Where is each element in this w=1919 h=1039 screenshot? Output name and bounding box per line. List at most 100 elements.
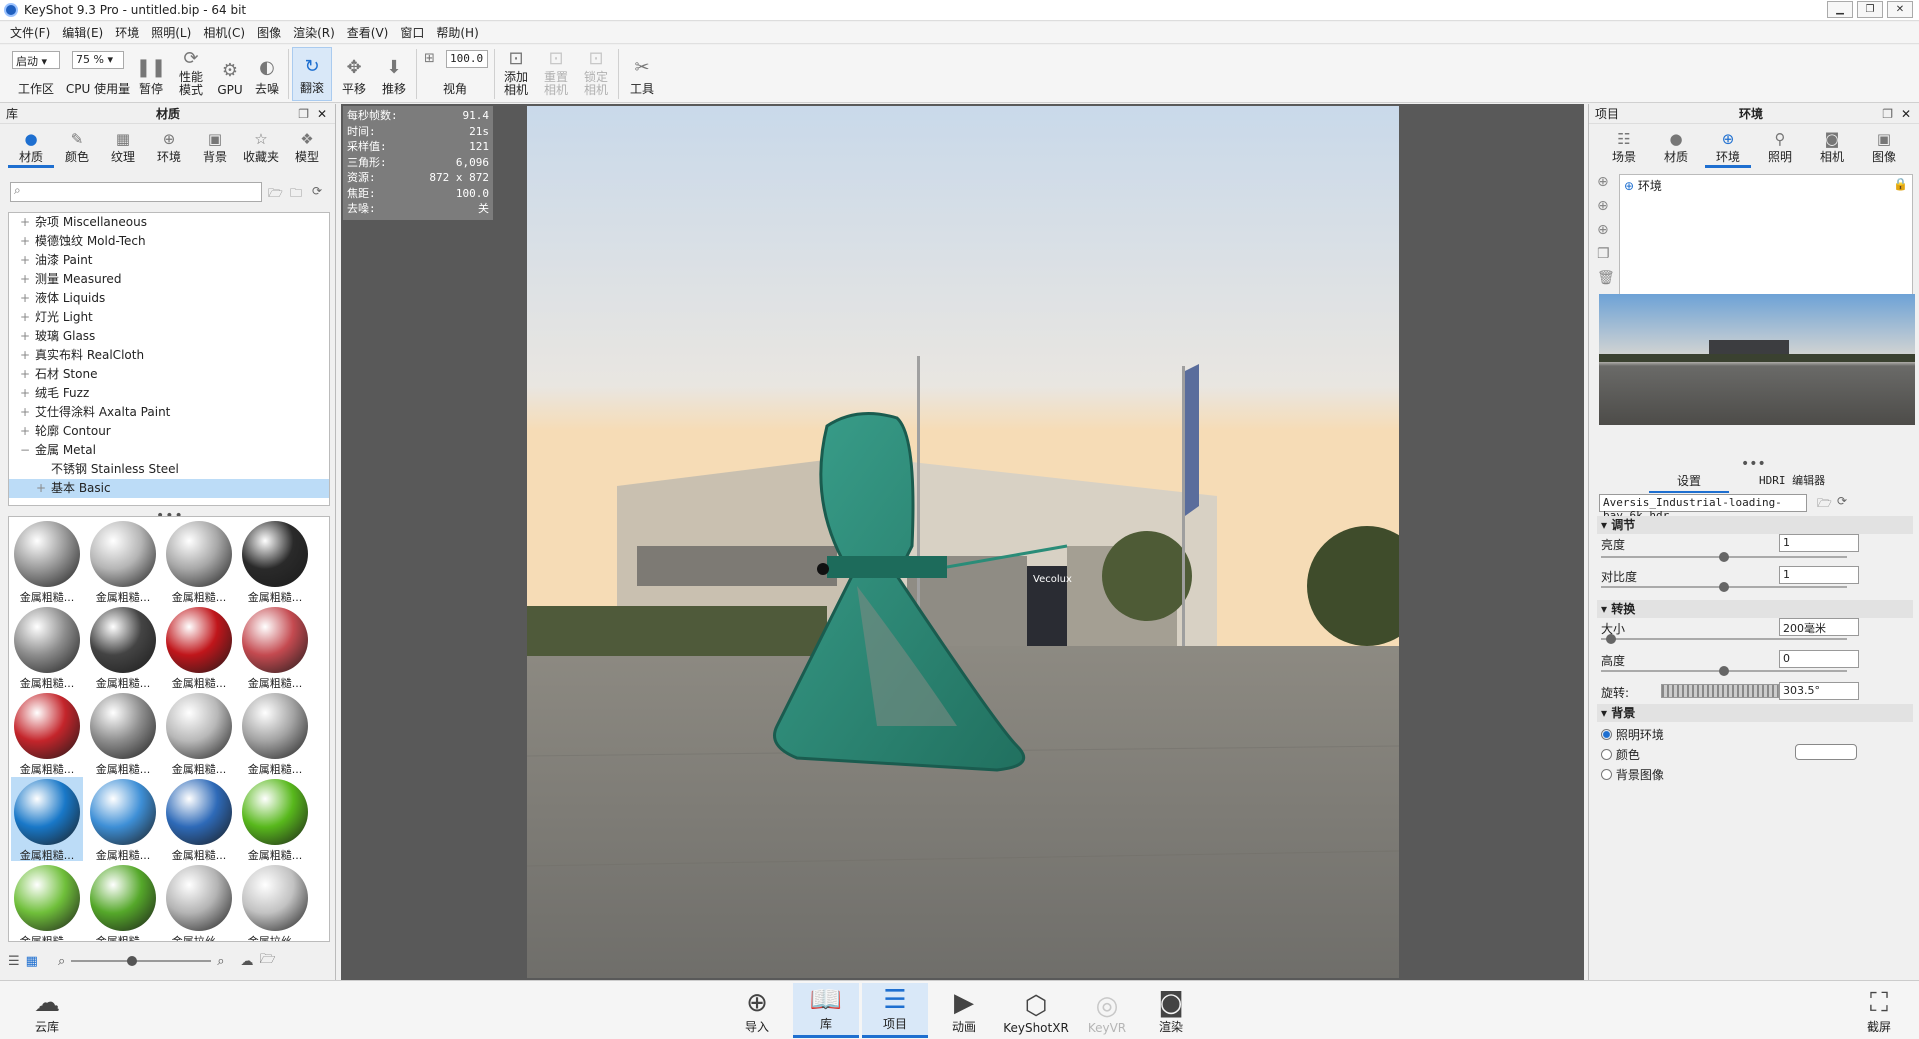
material-thumbnail[interactable]: 金属粗糙... — [239, 519, 311, 604]
bg-option-lighting[interactable]: 照明环境 — [1601, 726, 1911, 743]
lock-icon[interactable]: 🔒 — [1893, 177, 1908, 191]
folder-open-icon[interactable]: 🗁 — [1817, 494, 1832, 515]
material-thumbnail[interactable]: 金属粗糙... — [239, 605, 311, 690]
reload-icon[interactable]: ⟳ — [1837, 494, 1847, 508]
radio-background-image[interactable] — [1601, 769, 1612, 780]
tree-item[interactable]: + 真实布料 RealCloth — [9, 346, 329, 365]
tab-environments[interactable]: ⊕ 环境 — [146, 130, 192, 168]
rendered-scene[interactable]: Vecolux — [527, 106, 1399, 978]
environment-list-item[interactable]: ⊕ 环境 🔒 — [1620, 175, 1912, 196]
splitter-handle[interactable]: ••• — [1741, 456, 1766, 472]
keyvr-button[interactable]: ◎ KeyVR — [1074, 983, 1140, 1038]
expand-toggle-icon[interactable]: + — [19, 346, 31, 365]
tab-scene[interactable]: ☷ 场景 — [1601, 130, 1647, 168]
rotation-dial[interactable] — [1661, 684, 1779, 698]
thumbnail-size-slider[interactable] — [71, 956, 212, 966]
reset-camera-button[interactable]: ⊡ 重置 相机 — [538, 47, 574, 101]
expand-toggle-icon[interactable]: + — [19, 384, 31, 403]
expand-toggle-icon[interactable]: + — [19, 232, 31, 251]
contrast-input[interactable]: 1 — [1779, 566, 1859, 584]
thumbnail-size-knob[interactable] — [127, 956, 138, 966]
tree-item[interactable]: + 测量 Measured — [9, 270, 329, 289]
material-thumbnail[interactable]: 金属粗糙... — [87, 863, 159, 941]
expand-toggle-icon[interactable]: + — [19, 403, 31, 422]
screenshot-button[interactable]: ⛶ 截屏 — [1846, 983, 1912, 1038]
tree-item[interactable]: + 模德蚀纹 Mold-Tech — [9, 232, 329, 251]
performance-mode-button[interactable]: ⟳ 性能 模式 — [172, 47, 210, 101]
expand-toggle-icon[interactable]: + — [19, 289, 31, 308]
tree-item[interactable]: + 轮廓 Contour — [9, 422, 329, 441]
tree-item[interactable]: + 绒毛 Fuzz — [9, 384, 329, 403]
tab-hdri-editor[interactable]: HDRI 编辑器 — [1759, 472, 1825, 493]
dolly-button[interactable]: ⬇ 推移 — [376, 47, 412, 101]
minimize-button[interactable]: ▁ — [1827, 1, 1853, 18]
expand-toggle-icon[interactable]: + — [19, 270, 31, 289]
delete-icon[interactable]: 🗑 — [1597, 270, 1615, 286]
expand-toggle-icon[interactable]: + — [19, 422, 31, 441]
tab-favorites[interactable]: ☆ 收藏夹 — [238, 130, 284, 168]
tree-item[interactable]: + 杂项 Miscellaneous — [9, 213, 329, 232]
refresh-icon[interactable]: ⟳ — [312, 184, 322, 198]
material-thumbnail[interactable]: 金属粗糙... — [163, 605, 235, 690]
menu-environment[interactable]: 环境 — [109, 24, 145, 41]
tree-item[interactable]: + 石材 Stone — [9, 365, 329, 384]
material-thumbnail[interactable]: 金属粗糙... — [11, 863, 83, 941]
expand-toggle-icon[interactable]: + — [19, 327, 31, 346]
render-viewport[interactable]: 每秒帧数: 91.4 时间: 21s 采样值: 121 三角形: 6,096 资源: 872 x … — [341, 104, 1584, 980]
pause-button[interactable]: ❚❚ 暂停 — [134, 47, 168, 101]
gpu-button[interactable]: ⚙ GPU — [214, 47, 246, 101]
menu-camera[interactable]: 相机(C) — [197, 24, 251, 41]
expand-toggle-icon[interactable]: + — [19, 251, 31, 270]
material-thumbnail[interactable]: 金属粗糙... — [87, 777, 159, 862]
contrast-slider[interactable] — [1601, 582, 1847, 592]
library-button[interactable]: 📖 库 — [793, 983, 859, 1038]
menu-window[interactable]: 窗口 — [394, 24, 430, 41]
import-folder-icon[interactable]: 🗁 — [260, 950, 276, 972]
undock-icon[interactable]: ❐ — [298, 107, 309, 121]
add-camera-button[interactable]: ⊡ 添加 相机 — [498, 47, 534, 101]
tumble-button[interactable]: ↻ 翻滚 — [292, 47, 332, 101]
radio-lighting-env[interactable] — [1601, 729, 1612, 740]
brightness-input[interactable]: 1 — [1779, 534, 1859, 552]
tree-item[interactable]: + 艾仕得涂料 Axalta Paint — [9, 403, 329, 422]
material-thumbnail[interactable]: 金属粗糙... — [87, 605, 159, 690]
expand-toggle-icon[interactable]: + — [35, 479, 47, 498]
tools-button[interactable]: ✂ 工具 — [624, 47, 660, 101]
material-thumbnail[interactable]: 金属拉丝... — [163, 863, 235, 941]
material-thumbnail[interactable]: 金属粗糙... — [11, 605, 83, 690]
copy-environment-icon[interactable]: ⊕ — [1597, 222, 1615, 238]
tab-settings[interactable]: 设置 — [1649, 472, 1730, 493]
close-button[interactable]: ✕ — [1887, 1, 1913, 18]
section-background[interactable]: ▾ 背景 — [1597, 704, 1913, 722]
copy-icon[interactable]: ❐ — [1597, 246, 1615, 262]
brightness-knob[interactable] — [1719, 552, 1729, 562]
menu-file[interactable]: 文件(F) — [4, 24, 56, 41]
brightness-slider[interactable] — [1601, 552, 1847, 562]
tab-textures[interactable]: ▦ 纹理 — [100, 130, 146, 168]
bg-option-image[interactable]: 背景图像 — [1601, 766, 1911, 783]
expand-toggle-icon[interactable]: − — [19, 441, 31, 460]
tab-materials[interactable]: ● 材质 — [8, 130, 54, 168]
material-thumbnail[interactable]: 金属粗糙... — [11, 777, 83, 862]
tree-item[interactable]: 不锈钢 Stainless Steel — [9, 460, 329, 479]
zoom-in-icon[interactable]: ⌕ — [217, 954, 224, 969]
section-transform[interactable]: ▾ 转换 — [1597, 600, 1913, 618]
expand-toggle-icon[interactable]: + — [19, 365, 31, 384]
tree-item[interactable]: + 玻璃 Glass — [9, 327, 329, 346]
tree-item[interactable]: + 油漆 Paint — [9, 251, 329, 270]
material-thumbnail[interactable]: 金属粗糙... — [239, 691, 311, 776]
library-search-input[interactable]: ⌕ — [10, 182, 262, 202]
denoise-button[interactable]: ◐ 去噪 — [250, 47, 284, 101]
import-button[interactable]: ⊕ 导入 — [724, 983, 790, 1038]
tab-material[interactable]: ● 材质 — [1653, 130, 1699, 168]
height-knob[interactable] — [1719, 666, 1729, 676]
expand-toggle-icon[interactable]: + — [19, 308, 31, 327]
menu-help[interactable]: 帮助(H) — [430, 24, 484, 41]
folder-open-icon[interactable]: 🗁 — [268, 184, 283, 205]
menu-render[interactable]: 渲染(R) — [287, 24, 341, 41]
background-color-swatch[interactable] — [1795, 744, 1857, 760]
tree-item[interactable]: + 液体 Liquids — [9, 289, 329, 308]
material-thumbnail[interactable]: 金属粗糙... — [11, 519, 83, 604]
section-adjust[interactable]: ▾ 调节 — [1597, 516, 1913, 534]
expand-toggle-icon[interactable]: + — [19, 213, 31, 232]
